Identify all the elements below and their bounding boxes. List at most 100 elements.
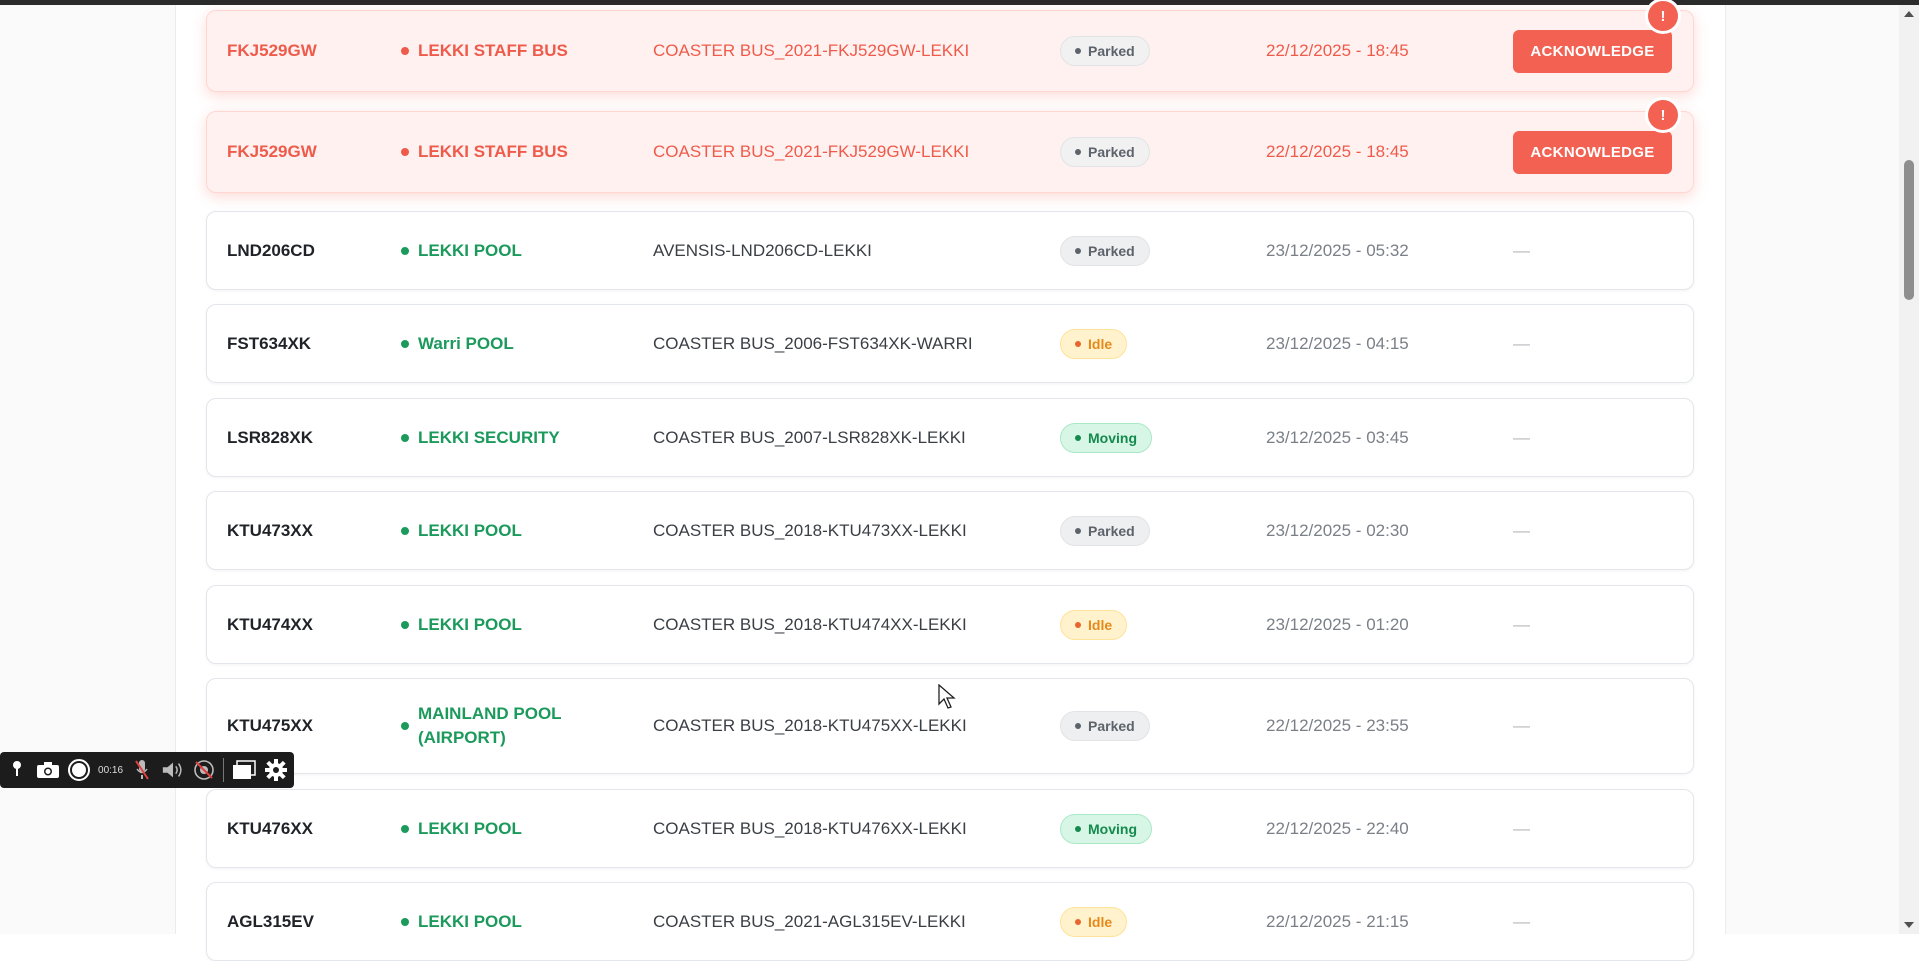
table-row[interactable]: FST634XK Warri POOL COASTER BUS_2006-FST… [206,304,1694,383]
vehicle-description: COASTER BUS_2018-KTU473XX-LEKKI [653,520,967,540]
last-update-time: 22/12/2025 - 22:40 [1266,818,1409,838]
acknowledge-button[interactable]: ACKNOWLEDGE [1513,29,1672,73]
last-update-time: 23/12/2025 - 05:32 [1266,240,1409,260]
table-row[interactable]: KTU476XX LEKKI POOL COASTER BUS_2018-KTU… [206,789,1694,868]
status-dot-icon [1075,621,1081,628]
action-cell: — [1513,399,1693,476]
record-icon[interactable] [68,758,91,782]
status-badge: Moving [1060,422,1152,453]
vehicle-plate: KTU473XX [227,520,313,540]
status-badge: Idle [1060,328,1128,359]
last-update-time: 22/12/2025 - 18:45 [1266,142,1409,161]
pool-dot-icon [401,246,409,255]
pool-dot-icon [401,824,409,833]
vehicle-plate: KTU476XX [227,818,313,838]
vehicle-description: COASTER BUS_2018-KTU475XX-LEKKI [653,716,967,735]
pool-dot-icon [401,917,409,926]
vehicle-plate: AGL315EV [227,911,314,931]
no-action-dash: — [1513,614,1530,634]
action-cell: — [1513,586,1693,663]
pool-dot-icon [401,47,409,55]
status-dot-icon [1075,527,1081,534]
action-cell: — [1513,883,1693,960]
vehicle-description: COASTER BUS_2021-FKJ529GW-LEKKI [653,142,970,161]
status-cell: Idle [1060,305,1200,382]
pool-dot-icon [401,339,409,348]
status-dot-icon [1075,48,1081,54]
status-dot-icon [1075,434,1081,441]
webcam-icon[interactable] [193,758,215,782]
action-cell: — [1513,492,1693,569]
table-row[interactable]: AGL315EV LEKKI POOL COASTER BUS_2021-AGL… [206,882,1694,961]
page-left-margin [0,5,176,934]
pool-dot-icon [401,148,409,156]
vehicle-pool: LEKKI POOL [401,586,621,663]
screen-recorder-toolbar: 00:16 [0,752,294,788]
status-cell: Parked [1060,679,1200,773]
scroll-thumb[interactable] [1904,160,1914,300]
acknowledge-button[interactable]: ACKNOWLEDGE [1513,130,1672,174]
alert-icon: ! [1648,100,1678,130]
vehicle-pool: LEKKI POOL [401,212,621,289]
status-badge: Parked [1060,515,1150,546]
alert-icon: ! [1648,1,1678,31]
vehicle-description: COASTER BUS_2018-KTU476XX-LEKKI [653,818,967,838]
scroll-up-icon[interactable] [1904,11,1914,17]
vehicle-description: COASTER BUS_2018-KTU474XX-LEKKI [653,614,967,634]
last-update-time: 23/12/2025 - 04:15 [1266,333,1409,353]
table-row[interactable]: FKJ529GW LEKKI STAFF BUS COASTER BUS_202… [206,10,1694,92]
gear-icon[interactable] [264,758,288,782]
vehicle-plate: FST634XK [227,333,312,353]
status-badge: Parked [1060,36,1150,66]
mouse-cursor-icon [938,683,956,715]
status-dot-icon [1075,825,1081,832]
vehicle-description: AVENSIS-LND206CD-LEKKI [653,240,872,260]
vehicle-pool: Warri POOL [401,305,621,382]
vehicle-pool: LEKKI STAFF BUS [401,11,621,91]
no-action-dash: — [1513,333,1530,353]
no-action-dash: — [1513,520,1530,540]
status-cell: Parked [1060,212,1200,289]
action-cell: — [1513,305,1693,382]
speaker-icon[interactable] [161,758,185,782]
status-badge: Parked [1060,235,1150,266]
status-badge: Idle [1060,609,1128,640]
status-dot-icon [1075,918,1081,925]
action-cell: — [1513,679,1693,773]
no-action-dash: — [1513,911,1530,931]
vehicle-pool: LEKKI STAFF BUS [401,112,621,192]
status-cell: Idle [1060,883,1200,960]
table-row[interactable]: FKJ529GW LEKKI STAFF BUS COASTER BUS_202… [206,111,1694,193]
vehicle-description: COASTER BUS_2021-FKJ529GW-LEKKI [653,41,970,60]
page-right-margin [1725,5,1899,934]
table-row[interactable]: KTU474XX LEKKI POOL COASTER BUS_2018-KTU… [206,585,1694,664]
status-badge: Idle [1060,906,1128,937]
scroll-down-icon[interactable] [1904,922,1914,928]
last-update-time: 23/12/2025 - 03:45 [1266,427,1409,447]
status-badge: Parked [1060,711,1150,741]
windows-icon[interactable] [232,758,256,782]
action-cell: — [1513,212,1693,289]
no-action-dash: — [1513,240,1530,260]
status-dot-icon [1075,723,1081,729]
table-row[interactable]: LND206CD LEKKI POOL AVENSIS-LND206CD-LEK… [206,211,1694,290]
vehicle-plate: KTU474XX [227,614,313,634]
action-cell: — [1513,790,1693,867]
vehicle-pool: LEKKI POOL [401,790,621,867]
microphone-icon[interactable] [131,758,153,782]
table-row[interactable]: LSR828XK LEKKI SECURITY COASTER BUS_2007… [206,398,1694,477]
camera-icon[interactable] [36,758,60,782]
vehicle-pool: LEKKI POOL [401,492,621,569]
pin-icon[interactable] [6,758,28,782]
last-update-time: 22/12/2025 - 18:45 [1266,41,1409,60]
last-update-time: 23/12/2025 - 01:20 [1266,614,1409,634]
vehicle-pool: MAINLAND POOL (AIRPORT) [401,679,621,773]
status-dot-icon [1075,340,1081,347]
table-row[interactable]: KTU473XX LEKKI POOL COASTER BUS_2018-KTU… [206,491,1694,570]
pool-dot-icon [401,433,409,442]
recording-elapsed-time: 00:16 [98,764,124,776]
no-action-dash: — [1513,818,1530,838]
status-badge: Moving [1060,813,1152,844]
vehicle-description: COASTER BUS_2007-LSR828XK-LEKKI [653,427,966,447]
vertical-scrollbar[interactable] [1899,5,1919,934]
